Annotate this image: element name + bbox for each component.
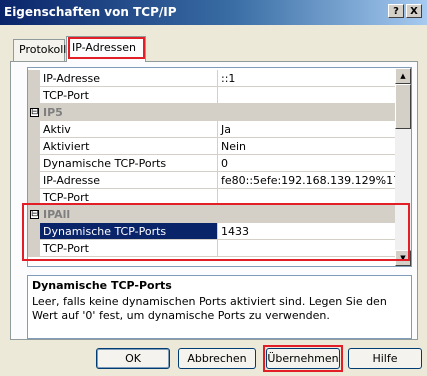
row-gutter <box>28 87 40 104</box>
close-icon[interactable]: X <box>406 4 422 18</box>
grid-row[interactable]: Dynamische TCP-Ports 0 <box>28 155 397 172</box>
collapse-icon[interactable]: ⊟ <box>30 108 39 117</box>
grid-row[interactable]: TCP-Port <box>28 87 397 104</box>
collapse-icon[interactable]: ⊟ <box>30 210 39 219</box>
row-gutter <box>28 121 40 138</box>
property-name: TCP-Port <box>40 189 218 206</box>
ok-button[interactable]: OK <box>96 348 170 369</box>
row-gutter <box>28 70 40 87</box>
scroll-up-icon[interactable]: ▲ <box>395 68 411 84</box>
cancel-button[interactable]: Abbrechen <box>178 348 256 369</box>
property-value[interactable]: ::1 <box>218 70 397 87</box>
help-icon[interactable]: ? <box>388 4 404 18</box>
property-value[interactable] <box>218 87 397 104</box>
grid-row-selected[interactable]: Dynamische TCP-Ports 1433 <box>28 223 397 240</box>
grid-row[interactable]: TCP-Port <box>28 189 397 206</box>
property-value[interactable]: 1433 <box>218 223 397 240</box>
property-name: TCP-Port <box>40 87 218 104</box>
category-label: IPAll <box>43 208 71 221</box>
scroll-thumb[interactable] <box>395 84 411 129</box>
property-name: Dynamische TCP-Ports <box>40 223 218 240</box>
grid-row[interactable]: TCP-Port <box>28 240 397 257</box>
property-name: Dynamische TCP-Ports <box>40 155 218 172</box>
description-text: Leer, falls keine dynamischen Ports akti… <box>32 295 387 322</box>
row-gutter <box>28 223 40 240</box>
grid-row[interactable]: IP-Adresse fe80::5efe:192.168.139.129%17 <box>28 172 397 189</box>
category-label: IP5 <box>43 106 63 119</box>
grid-row[interactable]: Aktiviert Nein <box>28 138 397 155</box>
help-button[interactable]: Hilfe <box>348 348 422 369</box>
property-grid[interactable]: IP-Adresse ::1 TCP-Port ⊟ IP5 Aktiv Ja A… <box>27 67 412 267</box>
property-name: TCP-Port <box>40 240 218 257</box>
category-row-ipall[interactable]: ⊟ IPAll <box>28 206 397 223</box>
row-gutter <box>28 189 40 206</box>
vertical-scrollbar[interactable]: ▲ ▼ <box>395 68 411 266</box>
property-value[interactable]: fe80::5efe:192.168.139.129%17 <box>218 172 397 189</box>
apply-button[interactable]: Übernehmen <box>266 348 340 369</box>
row-gutter <box>28 138 40 155</box>
grid-row[interactable]: Aktiv Ja <box>28 121 397 138</box>
property-name: IP-Adresse <box>40 70 218 87</box>
description-title: Dynamische TCP-Ports <box>32 279 172 292</box>
scroll-down-icon[interactable]: ▼ <box>395 250 411 266</box>
property-value[interactable]: Nein <box>218 138 397 155</box>
tab-protokoll[interactable]: Protokoll <box>13 39 66 61</box>
title-bar: Eigenschaften von TCP/IP ? X <box>0 0 427 25</box>
row-gutter <box>28 155 40 172</box>
property-value[interactable] <box>218 189 397 206</box>
property-name: IP-Adresse <box>40 172 218 189</box>
property-value[interactable] <box>218 240 397 257</box>
description-box: Dynamische TCP-Ports Leer, falls keine d… <box>27 275 412 339</box>
row-gutter <box>28 240 40 257</box>
property-value[interactable]: 0 <box>218 155 397 172</box>
property-value[interactable]: Ja <box>218 121 397 138</box>
grid-row[interactable]: IP-Adresse ::1 <box>28 70 397 87</box>
row-gutter <box>28 172 40 189</box>
property-name: Aktiviert <box>40 138 218 155</box>
window-title: Eigenschaften von TCP/IP <box>4 5 177 19</box>
tab-ip-adressen[interactable]: IP-Adressen <box>66 36 146 62</box>
property-name: Aktiv <box>40 121 218 138</box>
category-row-ip5[interactable]: ⊟ IP5 <box>28 104 397 121</box>
